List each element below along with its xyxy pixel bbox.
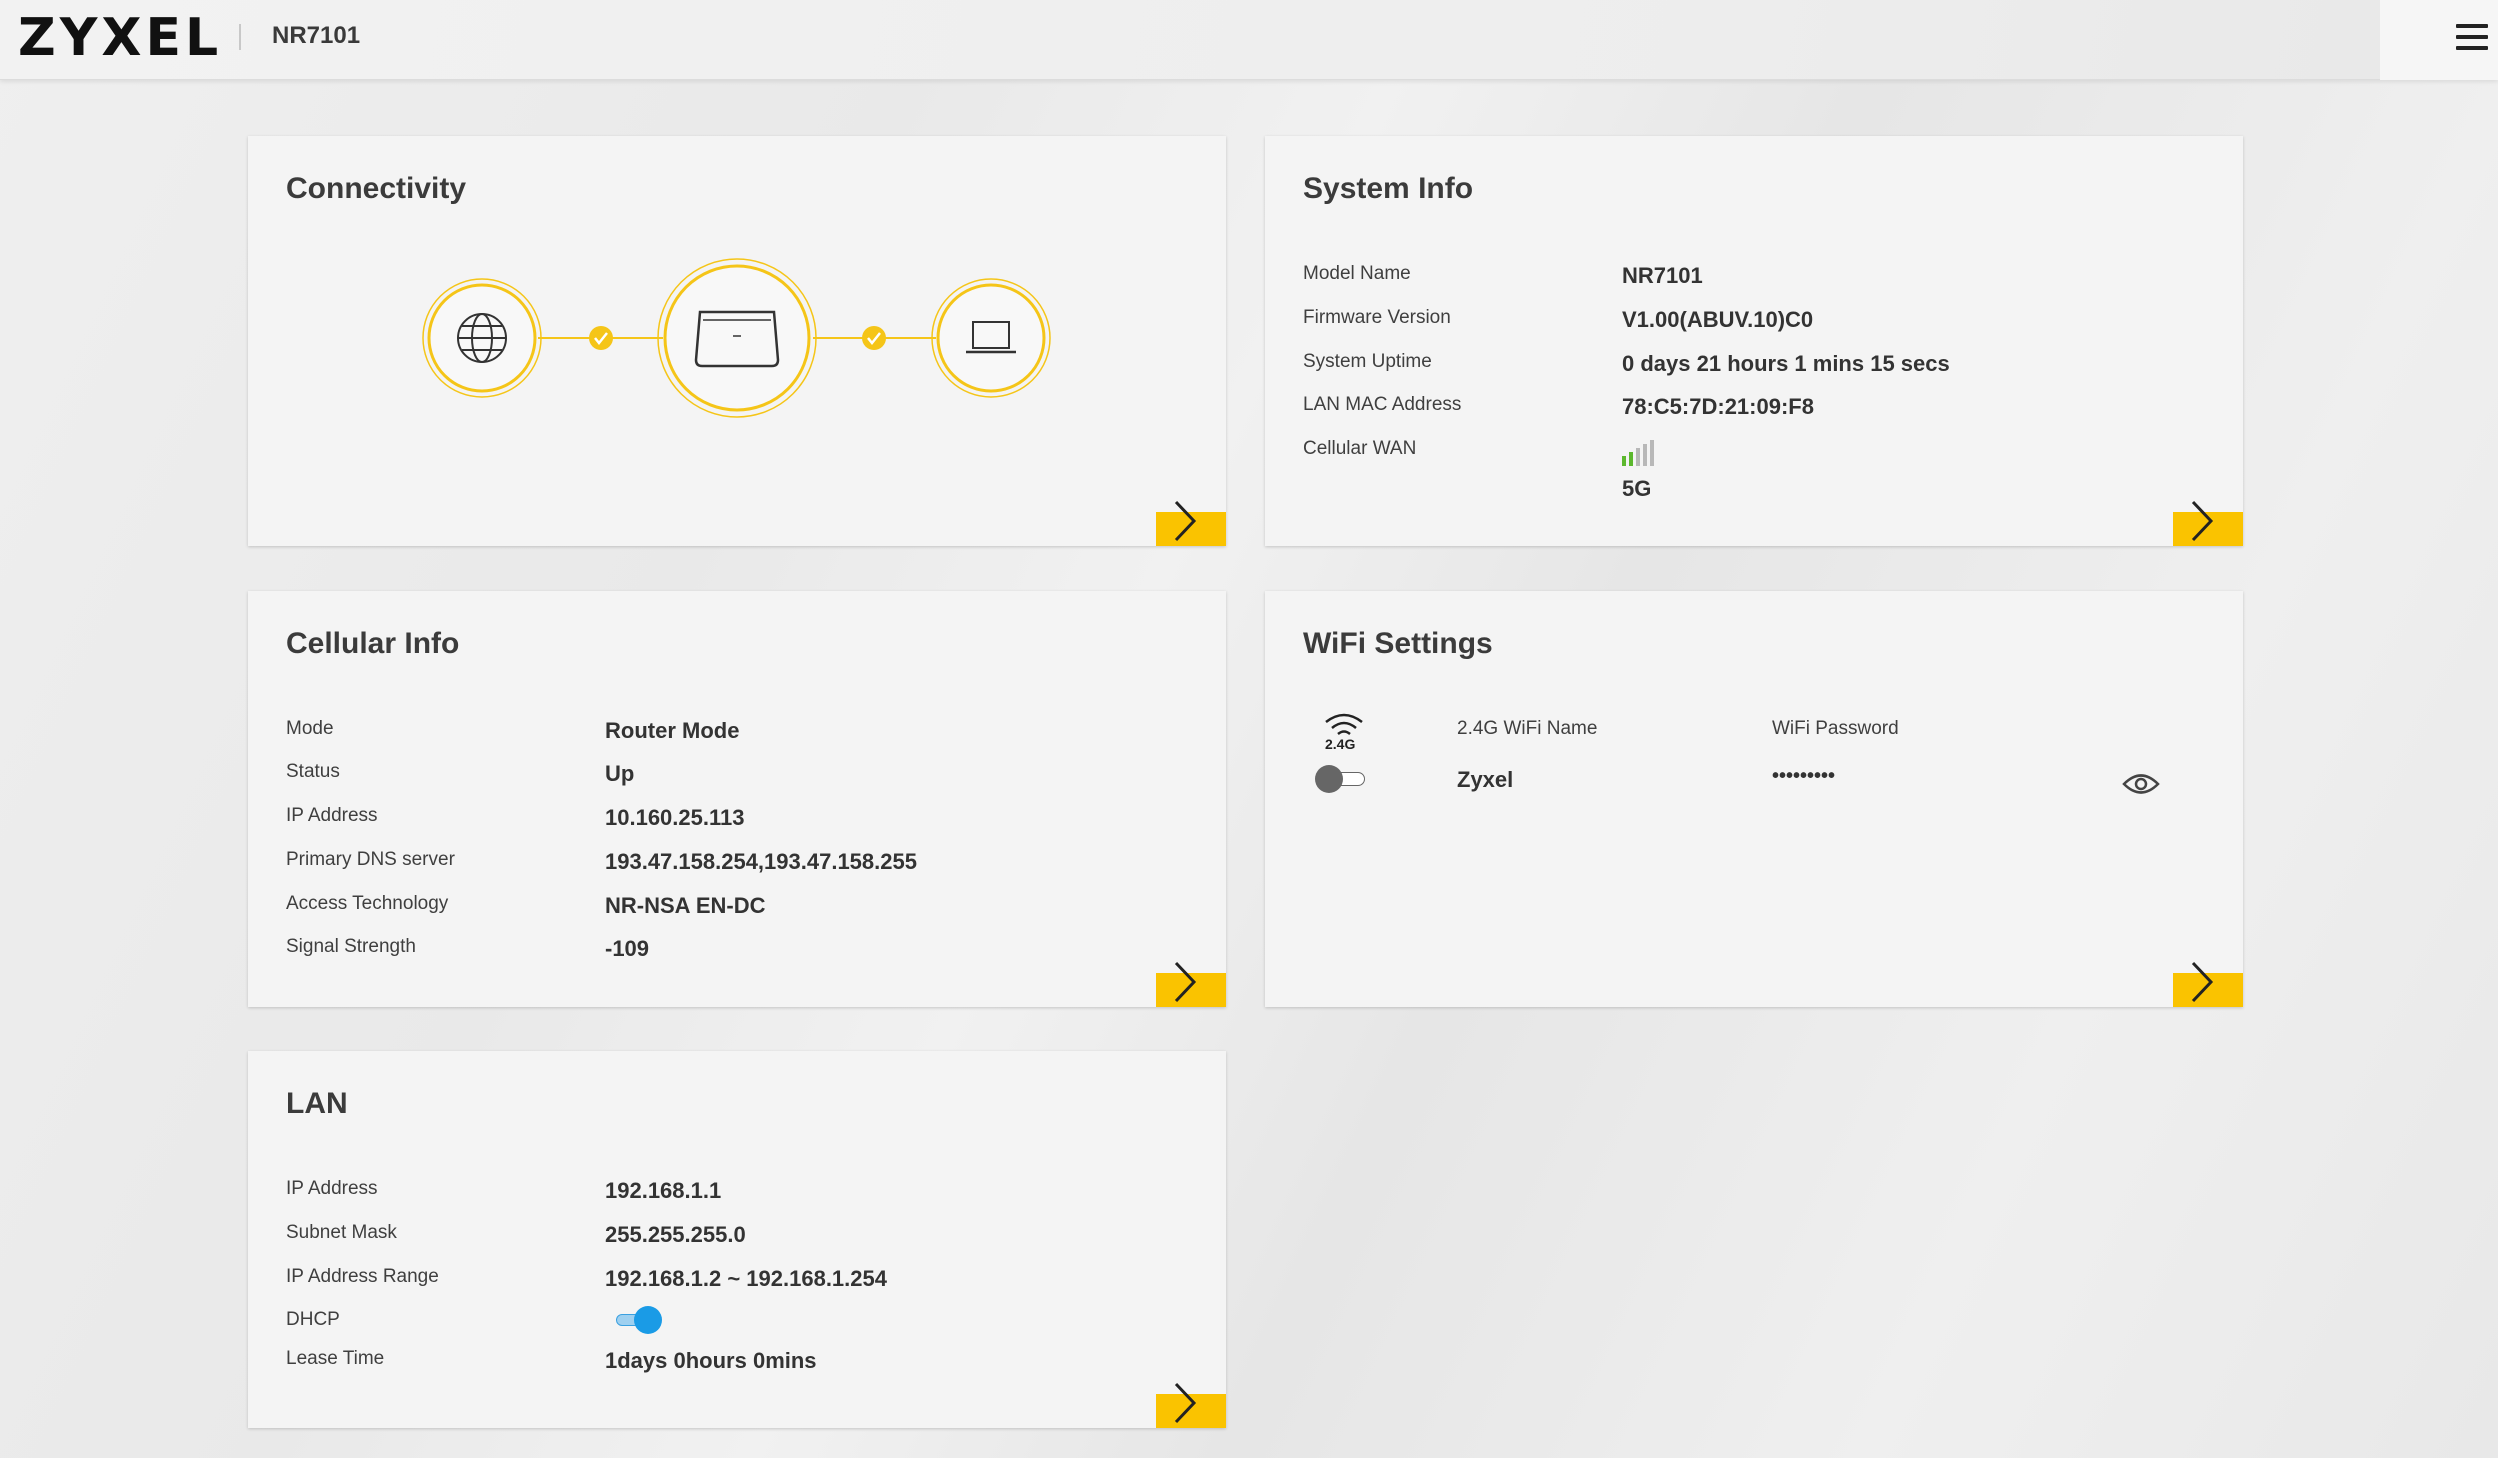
lan-detail-button[interactable] bbox=[1156, 1382, 1226, 1428]
chevron-right-icon bbox=[2191, 961, 2214, 1003]
model-name-value: NR7101 bbox=[1622, 263, 1703, 288]
status-label: Status bbox=[286, 761, 340, 782]
ip-address-label: IP Address bbox=[286, 805, 378, 826]
cellular-info-detail-button[interactable] bbox=[1156, 961, 1226, 1007]
lan-card: LAN IP Address 192.168.1.1 Subnet Mask 2… bbox=[248, 1051, 1226, 1428]
lan-ip-value: 192.168.1.1 bbox=[605, 1178, 722, 1203]
router-icon bbox=[657, 258, 817, 418]
wifi-password-header: WiFi Password bbox=[1772, 718, 1899, 739]
cellular-wan-label: Cellular WAN bbox=[1303, 438, 1417, 459]
cellular-wan-value: 5G bbox=[1622, 476, 1652, 501]
status-value: Up bbox=[605, 761, 635, 786]
lan-ip-label: IP Address bbox=[286, 1178, 378, 1199]
system-uptime-value: 0 days 21 hours 1 mins 15 secs bbox=[1622, 351, 1950, 376]
ip-range-label: IP Address Range bbox=[286, 1266, 439, 1287]
cellular-info-title: Cellular Info bbox=[286, 627, 460, 660]
laptop-icon bbox=[931, 278, 1051, 398]
connectivity-detail-button[interactable] bbox=[1156, 500, 1226, 546]
eye-icon[interactable] bbox=[2121, 771, 2161, 797]
system-info-title: System Info bbox=[1303, 172, 1474, 205]
zyxel-logo[interactable]: ZYXEL bbox=[18, 10, 222, 66]
firmware-version-label: Firmware Version bbox=[1303, 307, 1451, 328]
model-name-label: Model Name bbox=[1303, 263, 1411, 284]
cellular-info-card: Cellular Info Mode Router Mode Status Up… bbox=[248, 591, 1226, 1007]
subnet-mask-value: 255.255.255.0 bbox=[605, 1222, 746, 1247]
system-uptime-label: System Uptime bbox=[1303, 351, 1432, 372]
access-technology-label: Access Technology bbox=[286, 893, 449, 914]
signal-strength-label: Signal Strength bbox=[286, 936, 416, 957]
wifi-band-label: 2.4G bbox=[1325, 736, 1356, 752]
dhcp-label: DHCP bbox=[286, 1309, 340, 1330]
access-technology-value: NR-NSA EN-DC bbox=[605, 893, 766, 918]
primary-dns-value: 193.47.158.254,193.47.158.255 bbox=[605, 849, 917, 874]
mode-label: Mode bbox=[286, 718, 334, 739]
connectivity-diagram bbox=[422, 258, 1051, 418]
lan-mac-value: 78:C5:7D:21:09:F8 bbox=[1622, 394, 1814, 419]
wifi-name-header: 2.4G WiFi Name bbox=[1457, 718, 1598, 739]
chevron-right-icon bbox=[1174, 500, 1197, 542]
signal-strength-value: -109 bbox=[605, 936, 650, 961]
mode-value: Router Mode bbox=[605, 718, 740, 743]
subnet-mask-label: Subnet Mask bbox=[286, 1222, 397, 1243]
globe-icon bbox=[422, 278, 542, 398]
wifi-settings-detail-button[interactable] bbox=[2173, 961, 2243, 1007]
lease-time-label: Lease Time bbox=[286, 1348, 385, 1369]
ip-range-value: 192.168.1.2 ~ 192.168.1.254 bbox=[605, 1266, 887, 1291]
lease-time-value: 1days 0hours 0mins bbox=[605, 1348, 817, 1373]
device-model-name: NR7101 bbox=[272, 22, 361, 49]
chevron-right-icon bbox=[2191, 500, 2214, 542]
wifi-settings-card: WiFi Settings 2.4G 2.4G WiFi Name WiFi P… bbox=[1265, 591, 2243, 1007]
firmware-version-value: V1.00(ABUV.10)C0 bbox=[1622, 307, 1814, 332]
dhcp-toggle[interactable] bbox=[612, 1306, 664, 1334]
system-info-card: System Info Model Name NR7101 Firmware V… bbox=[1265, 136, 2243, 546]
wifi-password-value: ••••••••• bbox=[1772, 765, 1836, 787]
wifi-enable-toggle[interactable] bbox=[1315, 764, 1367, 793]
wifi-icon bbox=[1325, 713, 1363, 736]
chevron-right-icon bbox=[1174, 1382, 1197, 1424]
system-info-detail-button[interactable] bbox=[2173, 500, 2243, 546]
signal-strength-icon bbox=[1622, 440, 1654, 466]
wifi-settings-title: WiFi Settings bbox=[1303, 627, 1493, 660]
check-icon bbox=[589, 326, 613, 350]
header-divider bbox=[239, 24, 241, 50]
lan-title: LAN bbox=[286, 1087, 348, 1120]
ip-address-value: 10.160.25.113 bbox=[605, 805, 745, 830]
lan-mac-label: LAN MAC Address bbox=[1303, 394, 1462, 415]
connectivity-card: Connectivity bbox=[248, 136, 1226, 546]
top-header: ZYXEL NR7101 bbox=[0, 0, 2498, 80]
check-icon bbox=[862, 326, 886, 350]
hamburger-menu-icon[interactable] bbox=[2456, 24, 2488, 52]
chevron-right-icon bbox=[1174, 961, 1197, 1003]
primary-dns-label: Primary DNS server bbox=[286, 849, 455, 870]
wifi-name-value: Zyxel bbox=[1457, 767, 1514, 792]
